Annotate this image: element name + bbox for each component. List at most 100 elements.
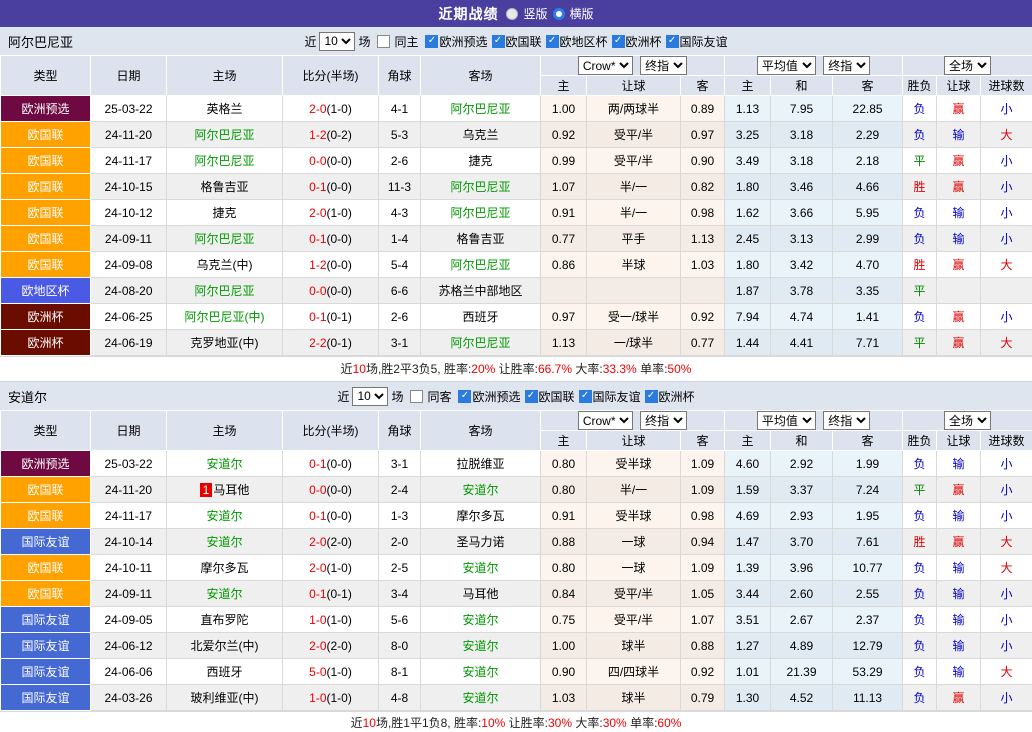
home-team-link[interactable]: 北爱尔兰(中) xyxy=(191,639,259,653)
home-team-link[interactable]: 乌克兰(中) xyxy=(197,258,253,272)
score-cell: 1-2(0-2) xyxy=(283,122,379,148)
league-filter[interactable]: ✓欧国联 xyxy=(521,388,575,405)
recent-count-select[interactable]: 10 xyxy=(352,387,388,406)
league-filter-label[interactable]: 国际友谊 xyxy=(680,33,728,50)
away-team-link[interactable]: 安道尔 xyxy=(462,639,498,653)
away-odds-cell: 1.07 xyxy=(681,607,725,633)
avg-draw-cell: 2.60 xyxy=(771,581,833,607)
checked-checkbox-icon[interactable]: ✓ xyxy=(579,390,592,403)
away-team-link[interactable]: 阿尔巴尼亚 xyxy=(450,206,510,220)
checked-checkbox-icon[interactable]: ✓ xyxy=(492,35,505,48)
away-team-link[interactable]: 阿尔巴尼亚 xyxy=(450,336,510,350)
league-filter-label[interactable]: 欧洲预选 xyxy=(472,388,520,405)
checked-checkbox-icon[interactable]: ✓ xyxy=(525,390,538,403)
home-team-link[interactable]: 安道尔 xyxy=(206,509,242,523)
league-filter[interactable]: ✓欧洲预选 xyxy=(421,33,487,50)
odds2-source-select[interactable]: 平均值 xyxy=(757,411,816,430)
away-team-link[interactable]: 安道尔 xyxy=(462,665,498,679)
away-team-link[interactable]: 阿尔巴尼亚 xyxy=(450,102,510,116)
match-row: 欧国联24-10-11摩尔多瓦2-0(1-0)2-5安道尔0.80一球1.091… xyxy=(1,555,1032,581)
league-filter[interactable]: ✓欧国联 xyxy=(488,33,542,50)
odds2-final-select[interactable]: 终指 xyxy=(823,411,870,430)
away-odds-cell: 0.94 xyxy=(681,529,725,555)
home-team-link[interactable]: 英格兰 xyxy=(206,102,242,116)
horizontal-layout-label[interactable]: 横版 xyxy=(570,5,594,22)
away-team-link[interactable]: 安道尔 xyxy=(462,561,498,575)
away-team-link[interactable]: 乌克兰 xyxy=(462,128,498,142)
league-filter-label[interactable]: 欧洲预选 xyxy=(439,33,487,50)
recent-count-select[interactable]: 10 xyxy=(319,32,355,51)
odds2-source-select[interactable]: 平均值 xyxy=(757,56,816,75)
league-filter-label[interactable]: 国际友谊 xyxy=(593,388,641,405)
wdl-result-cell: 负 xyxy=(903,607,937,633)
checked-checkbox-icon[interactable]: ✓ xyxy=(458,390,471,403)
odds1-source-select[interactable]: Crow* xyxy=(578,56,633,75)
home-team-link[interactable]: 马耳他 xyxy=(213,483,249,497)
goals-result-cell: 小 xyxy=(981,200,1032,226)
away-team-link[interactable]: 阿尔巴尼亚 xyxy=(450,258,510,272)
odds1-source-select[interactable]: Crow* xyxy=(578,411,633,430)
home-team-link[interactable]: 安道尔 xyxy=(206,457,242,471)
odds1-final-select[interactable]: 终指 xyxy=(640,56,687,75)
league-filter[interactable]: ✓欧地区杯 xyxy=(542,33,608,50)
home-team-link[interactable]: 安道尔 xyxy=(206,535,242,549)
home-team-link[interactable]: 阿尔巴尼亚 xyxy=(194,232,254,246)
checked-checkbox-icon[interactable]: ✓ xyxy=(645,390,658,403)
home-team-link[interactable]: 格鲁吉亚 xyxy=(200,180,248,194)
fulltime-select[interactable]: 全场 xyxy=(944,56,991,75)
home-team-link[interactable]: 西班牙 xyxy=(206,665,242,679)
away-team-link[interactable]: 阿尔巴尼亚 xyxy=(450,180,510,194)
home-team-link[interactable]: 摩尔多瓦 xyxy=(200,561,248,575)
away-team-link[interactable]: 苏格兰中部地区 xyxy=(438,284,522,298)
league-filter[interactable]: ✓欧洲杯 xyxy=(641,388,695,405)
vertical-layout-radio[interactable] xyxy=(506,8,518,20)
away-team-link[interactable]: 马耳他 xyxy=(462,587,498,601)
away-team-link[interactable]: 安道尔 xyxy=(462,613,498,627)
vertical-layout-label[interactable]: 竖版 xyxy=(523,5,547,22)
same-away-checkbox[interactable] xyxy=(410,390,423,403)
league-filter[interactable]: ✓欧洲杯 xyxy=(608,33,662,50)
away-team-link[interactable]: 西班牙 xyxy=(462,310,498,324)
home-team-link[interactable]: 克罗地亚(中) xyxy=(191,336,259,350)
home-team-link[interactable]: 阿尔巴尼亚(中) xyxy=(185,310,265,324)
checked-checkbox-icon[interactable]: ✓ xyxy=(666,35,679,48)
same-home-label[interactable]: 同主 xyxy=(394,33,418,50)
league-filter[interactable]: ✓国际友谊 xyxy=(575,388,641,405)
home-team-link[interactable]: 阿尔巴尼亚 xyxy=(194,154,254,168)
home-team-link[interactable]: 阿尔巴尼亚 xyxy=(194,128,254,142)
same-away-label[interactable]: 同客 xyxy=(427,388,451,405)
league-filter-label[interactable]: 欧洲杯 xyxy=(659,388,695,405)
away-team-link[interactable]: 摩尔多瓦 xyxy=(456,509,504,523)
away-team-link[interactable]: 安道尔 xyxy=(462,691,498,705)
home-team-link[interactable]: 玻利维亚(中) xyxy=(191,691,259,705)
away-team-link[interactable]: 拉脱维亚 xyxy=(456,457,504,471)
fulltime-select[interactable]: 全场 xyxy=(944,411,991,430)
home-team-link[interactable]: 捷克 xyxy=(212,206,236,220)
league-filter-label[interactable]: 欧地区杯 xyxy=(560,33,608,50)
avg-draw-cell: 3.13 xyxy=(771,226,833,252)
away-team-link[interactable]: 捷克 xyxy=(468,154,492,168)
league-filter-label[interactable]: 欧国联 xyxy=(506,33,542,50)
handicap-cell: 受平/半 xyxy=(587,581,681,607)
league-filter[interactable]: ✓欧洲预选 xyxy=(454,388,520,405)
same-home-checkbox[interactable] xyxy=(377,35,390,48)
away-odds-cell: 1.09 xyxy=(681,451,725,477)
horizontal-layout-radio[interactable] xyxy=(553,8,565,20)
checked-checkbox-icon[interactable]: ✓ xyxy=(612,35,625,48)
league-filter-label[interactable]: 欧洲杯 xyxy=(626,33,662,50)
games-label: 场 xyxy=(358,33,370,50)
match-row: 欧国联24-10-15格鲁吉亚0-1(0-0)11-3阿尔巴尼亚1.07半/一0… xyxy=(1,174,1032,200)
home-team-link[interactable]: 安道尔 xyxy=(206,587,242,601)
home-team-link[interactable]: 阿尔巴尼亚 xyxy=(194,284,254,298)
league-filter[interactable]: ✓国际友谊 xyxy=(662,33,728,50)
home-team-link[interactable]: 直布罗陀 xyxy=(200,613,248,627)
away-team-link[interactable]: 安道尔 xyxy=(462,483,498,497)
away-team-link[interactable]: 圣马力诺 xyxy=(456,535,504,549)
checked-checkbox-icon[interactable]: ✓ xyxy=(546,35,559,48)
odds1-final-select[interactable]: 终指 xyxy=(640,411,687,430)
away-team-link[interactable]: 格鲁吉亚 xyxy=(456,232,504,246)
corner-cell: 3-4 xyxy=(379,581,421,607)
odds2-final-select[interactable]: 终指 xyxy=(823,56,870,75)
checked-checkbox-icon[interactable]: ✓ xyxy=(425,35,438,48)
league-filter-label[interactable]: 欧国联 xyxy=(539,388,575,405)
